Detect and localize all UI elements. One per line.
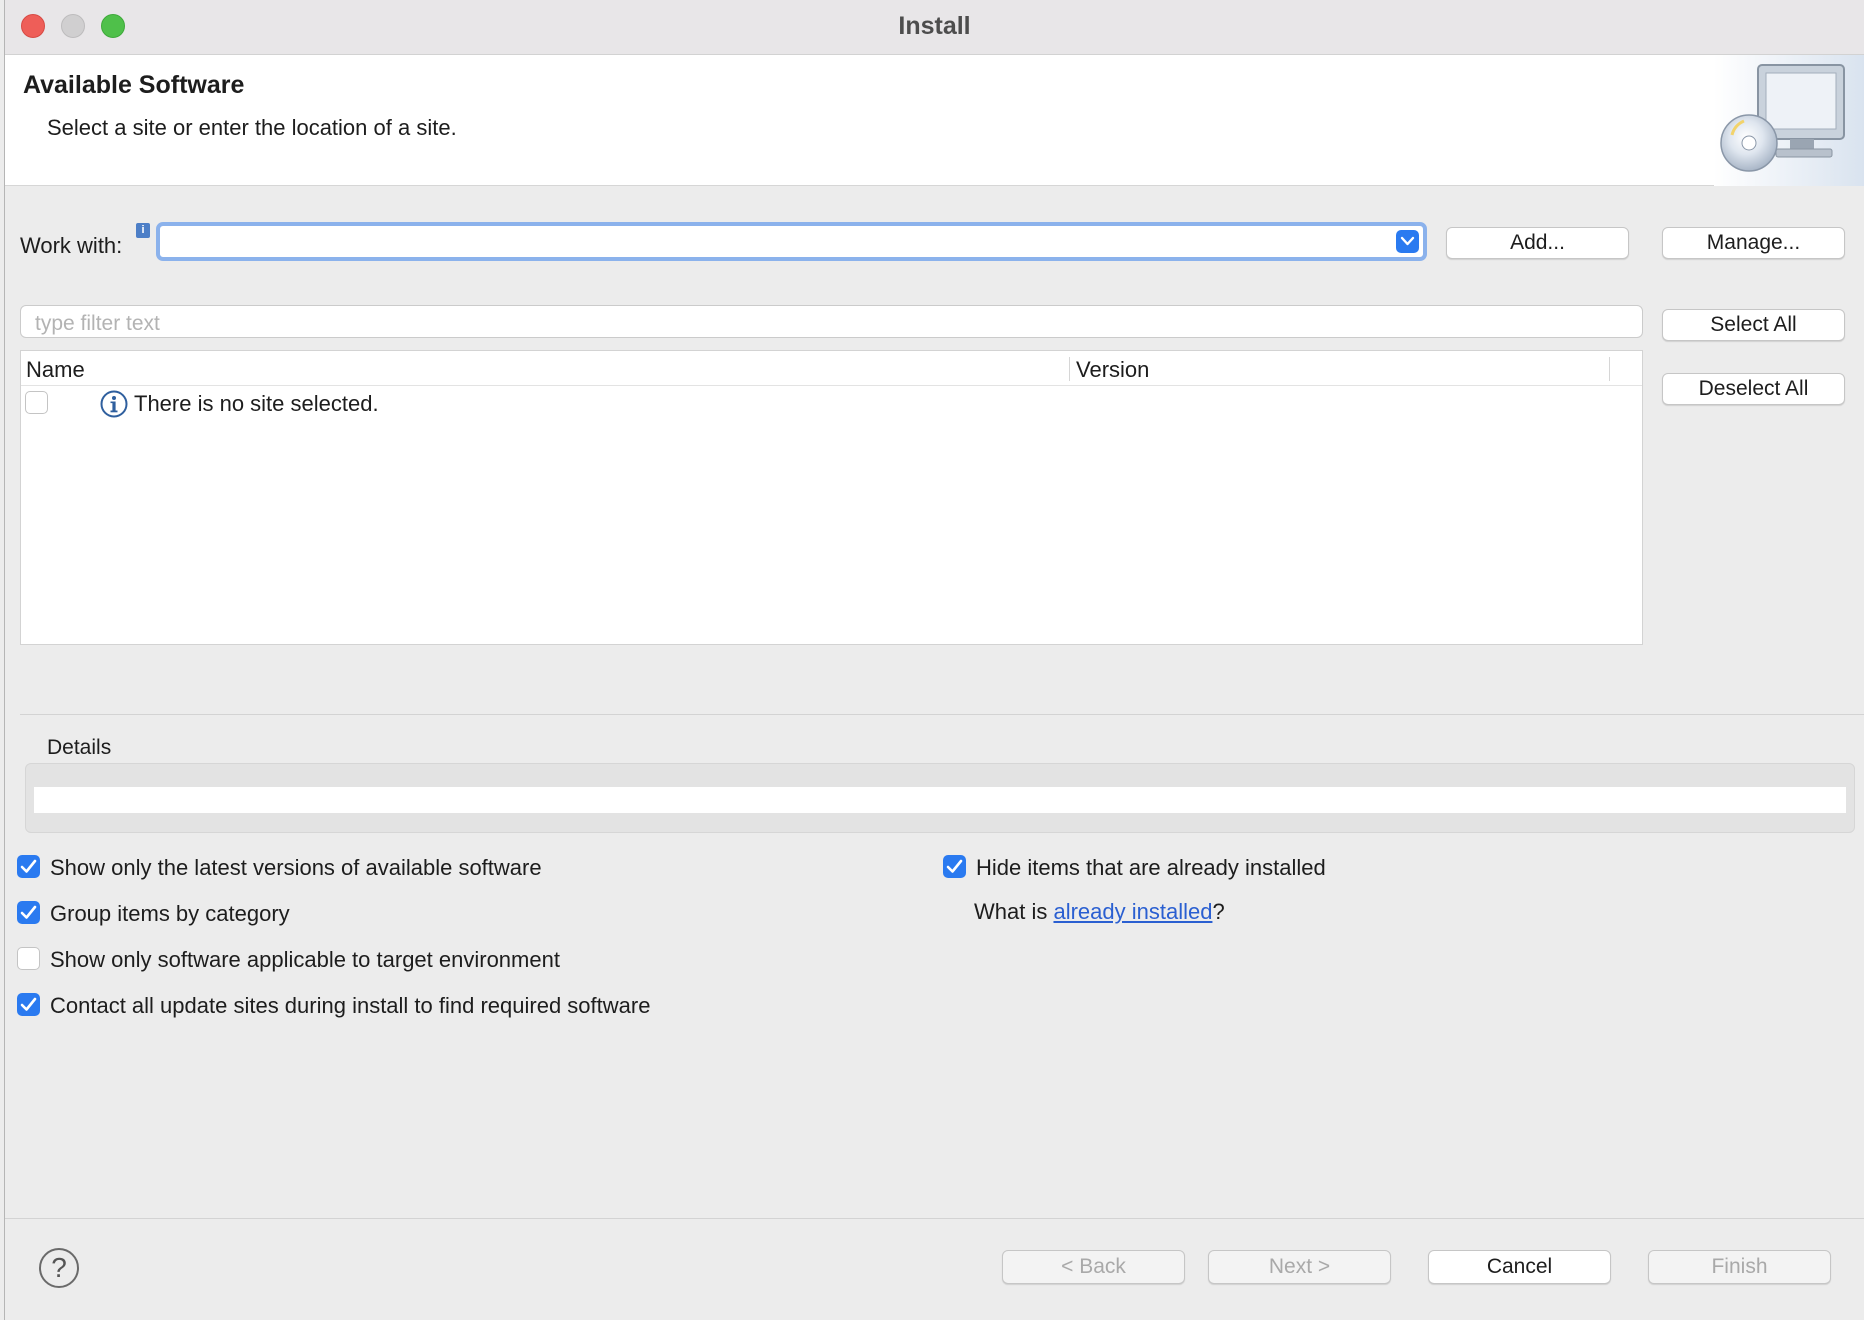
- footer-divider: [5, 1218, 1864, 1219]
- column-divider[interactable]: [1609, 357, 1610, 381]
- table-row[interactable]: There is no site selected.: [21, 389, 1642, 419]
- content-assist-info-icon: i: [136, 223, 150, 238]
- contact-update-sites-label[interactable]: Contact all update sites during install …: [50, 993, 650, 1019]
- info-icon: [100, 390, 128, 418]
- row-name: There is no site selected.: [134, 391, 379, 416]
- next-button[interactable]: Next >: [1208, 1250, 1391, 1284]
- applicable-target-label[interactable]: Show only software applicable to target …: [50, 947, 560, 973]
- header-banner: Available Software Select a site or ente…: [5, 55, 1864, 186]
- row-checkbox[interactable]: [25, 391, 48, 414]
- cancel-button[interactable]: Cancel: [1428, 1250, 1611, 1284]
- page-title: Available Software: [23, 71, 245, 99]
- group-by-category-label[interactable]: Group items by category: [50, 901, 290, 927]
- chevron-down-icon[interactable]: [1396, 230, 1419, 253]
- details-label: Details: [47, 736, 112, 759]
- what-is-suffix: ?: [1212, 899, 1225, 924]
- details-text: [34, 787, 1846, 813]
- divider: [20, 714, 1864, 715]
- select-all-button[interactable]: Select All: [1662, 309, 1845, 341]
- checkbox-checked[interactable]: [17, 993, 40, 1016]
- what-is-installed-text: What is already installed?: [974, 899, 1225, 925]
- work-with-label: Work with:: [20, 233, 123, 258]
- what-is-prefix: What is: [974, 899, 1054, 924]
- back-button[interactable]: < Back: [1002, 1250, 1185, 1284]
- page-description: Select a site or enter the location of a…: [47, 115, 457, 140]
- column-header-name[interactable]: Name: [26, 357, 85, 383]
- column-divider[interactable]: [1069, 357, 1070, 381]
- table-header: Name Version: [21, 351, 1642, 386]
- install-dialog: Install Available Software Select a site…: [4, 0, 1864, 1320]
- checkbox-unchecked[interactable]: [17, 947, 40, 970]
- deselect-all-button[interactable]: Deselect All: [1662, 373, 1845, 405]
- checkbox-checked[interactable]: [943, 855, 966, 878]
- software-tree-table[interactable]: Name Version There is no site selected.: [20, 350, 1643, 645]
- already-installed-link[interactable]: already installed: [1053, 899, 1212, 924]
- column-header-version[interactable]: Version: [1076, 357, 1149, 383]
- finish-button[interactable]: Finish: [1648, 1250, 1831, 1284]
- title-bar: Install: [5, 0, 1864, 55]
- work-with-combo[interactable]: [156, 222, 1427, 261]
- hide-installed-label[interactable]: Hide items that are already installed: [976, 855, 1326, 881]
- install-software-graphic-icon: [1714, 55, 1864, 186]
- checkbox-checked[interactable]: [17, 901, 40, 924]
- checkbox-checked[interactable]: [17, 855, 40, 878]
- latest-versions-label[interactable]: Show only the latest versions of availab…: [50, 855, 542, 881]
- details-group: [25, 763, 1855, 833]
- help-icon[interactable]: ?: [39, 1248, 79, 1288]
- add-site-button[interactable]: Add...: [1446, 227, 1629, 259]
- window-title: Install: [898, 12, 971, 40]
- manage-sites-button[interactable]: Manage...: [1662, 227, 1845, 259]
- filter-input[interactable]: type filter text: [20, 305, 1643, 338]
